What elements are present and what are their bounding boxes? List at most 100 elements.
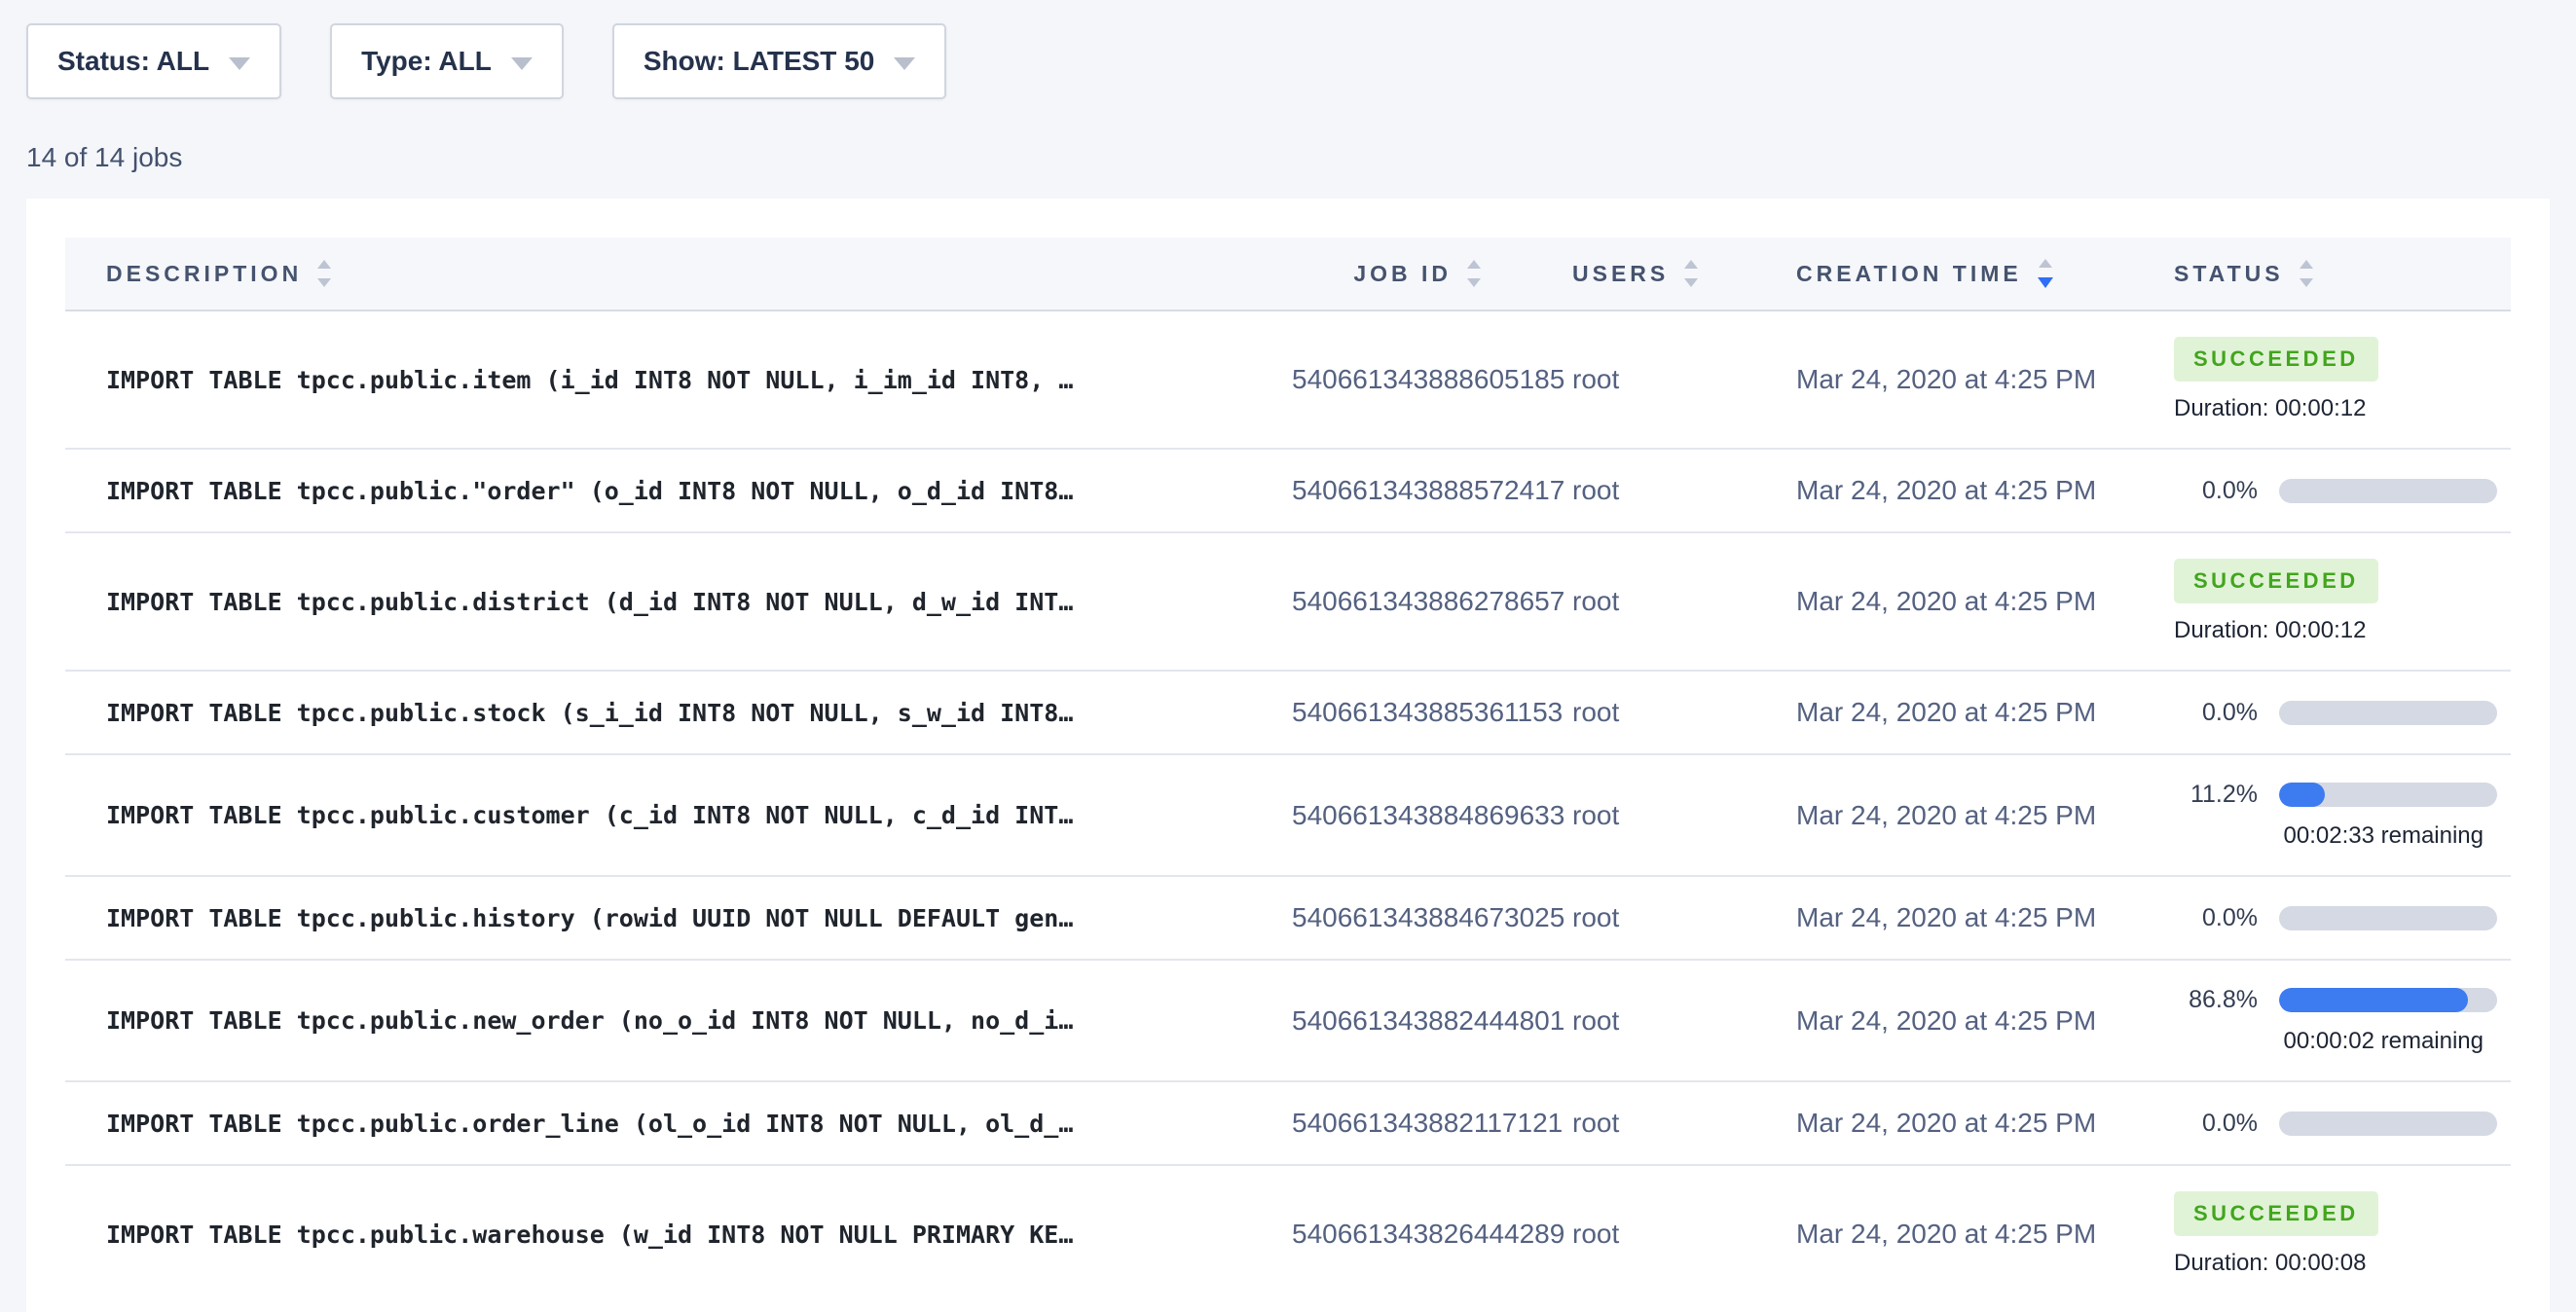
status-filter-label: Status: ALL	[57, 46, 209, 77]
sort-icons	[1684, 260, 1698, 287]
progress-percent: 0.0%	[2174, 1110, 2258, 1138]
job-creation-time: Mar 24, 2020 at 4:25 PM	[1794, 310, 2168, 449]
job-duration: Duration: 00:00:12	[2174, 395, 2511, 422]
status-badge: SUCCEEDED	[2174, 337, 2378, 382]
job-id: 540661343888572417	[1292, 449, 1487, 532]
progress-bar	[2279, 988, 2497, 1012]
column-header[interactable]: STATUS	[2168, 237, 2511, 310]
job-id: 540661343884673025	[1292, 876, 1487, 960]
column-header[interactable]: USERS	[1487, 237, 1794, 310]
sort-desc-icon	[2038, 277, 2053, 288]
sort-asc-icon	[317, 260, 331, 269]
job-row: IMPORT TABLE tpcc.public.district (d_id …	[65, 532, 2511, 671]
sort-asc-icon	[2039, 259, 2052, 268]
job-row: IMPORT TABLE tpcc.public.history (rowid …	[65, 876, 2511, 960]
status-succeeded-block: SUCCEEDED Duration: 00:00:12	[2174, 559, 2511, 644]
sort-desc-icon	[1684, 278, 1698, 287]
progress-bar	[2279, 783, 2497, 807]
job-row: IMPORT TABLE tpcc.public.customer (c_id …	[65, 754, 2511, 876]
time-remaining: 00:00:02 remaining	[2174, 1028, 2497, 1055]
job-row: IMPORT TABLE tpcc.public."order" (o_id I…	[65, 449, 2511, 532]
job-creation-time: Mar 24, 2020 at 4:25 PM	[1794, 1165, 2168, 1302]
chevron-down-icon	[229, 57, 250, 70]
job-row: IMPORT TABLE tpcc.public.item (i_id INT8…	[65, 310, 2511, 449]
status-progress-block: 0.0%	[2174, 1110, 2511, 1138]
job-duration: Duration: 00:00:12	[2174, 617, 2511, 644]
column-header-label: DESCRIPTION	[106, 261, 302, 287]
column-header[interactable]: DESCRIPTION	[65, 237, 1292, 310]
sort-icons	[2300, 260, 2313, 287]
sort-asc-icon	[1684, 260, 1698, 269]
time-remaining: 00:02:33 remaining	[2174, 822, 2497, 850]
sort-icons	[1467, 260, 1481, 287]
job-id: 540661343826444289	[1292, 1165, 1487, 1302]
progress-percent: 0.0%	[2174, 477, 2258, 505]
job-creation-time: Mar 24, 2020 at 4:25 PM	[1794, 449, 2168, 532]
progress-bar	[2279, 701, 2497, 725]
status-progress-block: 0.0%	[2174, 904, 2511, 932]
sort-asc-icon	[1467, 260, 1481, 269]
job-description: IMPORT TABLE tpcc.public."order" (o_id I…	[106, 477, 1073, 505]
job-id: 540661343888605185	[1292, 310, 1487, 449]
type-filter-dropdown[interactable]: Type: ALL	[330, 23, 564, 99]
column-header[interactable]: JOB ID	[1292, 237, 1487, 310]
sort-desc-icon	[2300, 278, 2313, 287]
progress-percent: 0.0%	[2174, 904, 2258, 932]
job-row: IMPORT TABLE tpcc.public.warehouse (w_id…	[65, 1165, 2511, 1302]
sort-desc-icon	[1467, 278, 1481, 287]
job-description: IMPORT TABLE tpcc.public.order_line (ol_…	[106, 1110, 1073, 1138]
progress-percent: 86.8%	[2174, 986, 2258, 1014]
status-succeeded-block: SUCCEEDED Duration: 00:00:08	[2174, 1191, 2511, 1277]
job-duration: Duration: 00:00:08	[2174, 1250, 2511, 1277]
job-description: IMPORT TABLE tpcc.public.new_order (no_o…	[106, 1006, 1073, 1035]
job-creation-time: Mar 24, 2020 at 4:25 PM	[1794, 1081, 2168, 1165]
job-description: IMPORT TABLE tpcc.public.customer (c_id …	[106, 801, 1073, 829]
job-creation-time: Mar 24, 2020 at 4:25 PM	[1794, 671, 2168, 754]
column-header-label: STATUS	[2174, 261, 2284, 287]
filters-bar: Status: ALL Type: ALL Show: LATEST 50	[0, 0, 2576, 99]
sort-icons	[2038, 259, 2053, 288]
job-creation-time: Mar 24, 2020 at 4:25 PM	[1794, 960, 2168, 1081]
progress-bar-fill	[2279, 988, 2468, 1012]
status-badge: SUCCEEDED	[2174, 559, 2378, 603]
chevron-down-icon	[894, 57, 915, 70]
table-header-row: DESCRIPTION JOB ID USERS CREATION T	[65, 237, 2511, 310]
column-header-label: USERS	[1572, 261, 1669, 287]
job-description: IMPORT TABLE tpcc.public.stock (s_i_id I…	[106, 699, 1073, 727]
job-row: IMPORT TABLE tpcc.public.stock (s_i_id I…	[65, 671, 2511, 754]
status-progress-block: 0.0%	[2174, 477, 2511, 505]
status-badge: SUCCEEDED	[2174, 1191, 2378, 1236]
status-succeeded-block: SUCCEEDED Duration: 00:00:12	[2174, 337, 2511, 422]
sort-icons	[317, 260, 331, 287]
progress-bar	[2279, 1112, 2497, 1136]
job-row: IMPORT TABLE tpcc.public.order_line (ol_…	[65, 1081, 2511, 1165]
job-creation-time: Mar 24, 2020 at 4:25 PM	[1794, 532, 2168, 671]
show-filter-dropdown[interactable]: Show: LATEST 50	[612, 23, 947, 99]
job-description: IMPORT TABLE tpcc.public.item (i_id INT8…	[106, 366, 1073, 394]
job-id: 540661343882444801	[1292, 960, 1487, 1081]
sort-asc-icon	[2300, 260, 2313, 269]
progress-bar	[2279, 906, 2497, 930]
job-row: IMPORT TABLE tpcc.public.new_order (no_o…	[65, 960, 2511, 1081]
type-filter-label: Type: ALL	[361, 46, 492, 77]
sort-desc-icon	[317, 278, 331, 287]
job-creation-time: Mar 24, 2020 at 4:25 PM	[1794, 754, 2168, 876]
jobs-count-summary: 14 of 14 jobs	[26, 142, 2576, 173]
job-id: 540661343885361153	[1292, 671, 1487, 754]
column-header-label: JOB ID	[1353, 261, 1452, 287]
progress-percent: 11.2%	[2174, 781, 2258, 809]
progress-bar-fill	[2279, 783, 2325, 807]
status-filter-dropdown[interactable]: Status: ALL	[26, 23, 281, 99]
job-description: IMPORT TABLE tpcc.public.warehouse (w_id…	[106, 1221, 1073, 1249]
jobs-page: Status: ALL Type: ALL Show: LATEST 50 14…	[0, 0, 2576, 1312]
job-creation-time: Mar 24, 2020 at 4:25 PM	[1794, 876, 2168, 960]
progress-bar	[2279, 479, 2497, 503]
job-id: 540661343882117121	[1292, 1081, 1487, 1165]
progress-percent: 0.0%	[2174, 699, 2258, 727]
column-header-label: CREATION TIME	[1796, 261, 2022, 287]
column-header[interactable]: CREATION TIME	[1794, 237, 2168, 310]
job-description: IMPORT TABLE tpcc.public.district (d_id …	[106, 588, 1073, 616]
show-filter-label: Show: LATEST 50	[644, 46, 875, 77]
job-id: 540661343884869633	[1292, 754, 1487, 876]
chevron-down-icon	[511, 57, 533, 70]
